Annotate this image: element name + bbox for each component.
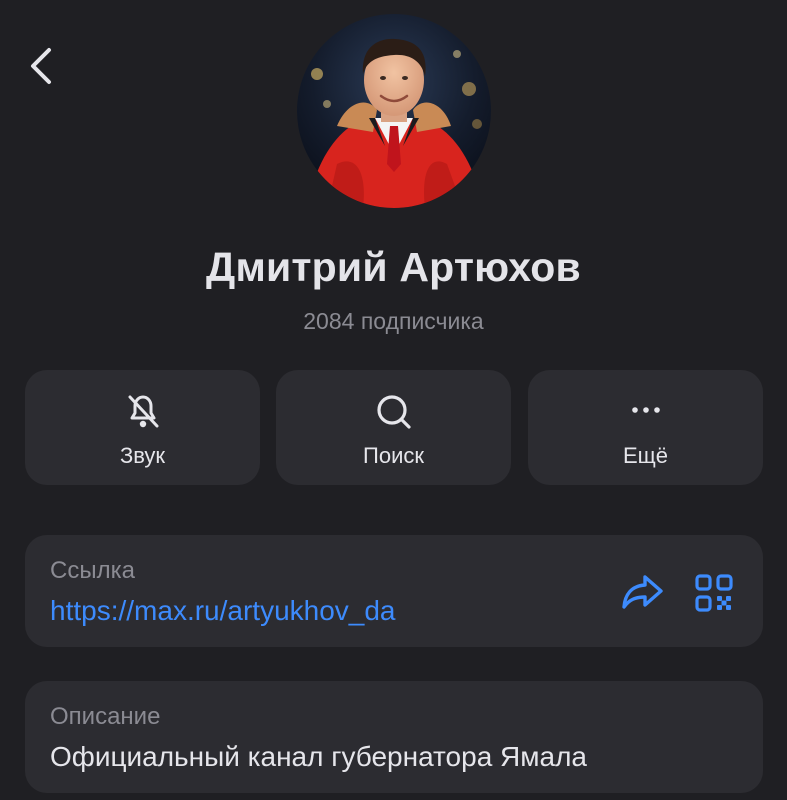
more-button-label: Ещё xyxy=(622,443,668,468)
channel-link[interactable]: https://max.ru/artyukhov_da xyxy=(50,595,396,627)
description-text: Официальный канал губернатора Ямала xyxy=(50,741,588,772)
chevron-left-icon xyxy=(31,48,51,84)
search-icon xyxy=(372,390,416,434)
bell-off-icon xyxy=(121,390,165,434)
action-bar: Звук Поиск Ещё xyxy=(25,370,763,485)
description-caption: Описание xyxy=(50,703,161,730)
avatar xyxy=(297,14,491,208)
search-button[interactable]: Поиск xyxy=(276,370,511,485)
share-button[interactable] xyxy=(619,569,665,615)
sound-button-label: Звук xyxy=(119,443,166,468)
qr-code-button[interactable] xyxy=(694,573,734,613)
link-card: Ссылка https://max.ru/artyukhov_da xyxy=(25,535,763,647)
channel-name: Дмитрий Артюхов xyxy=(206,244,581,290)
sound-button[interactable]: Звук xyxy=(25,370,260,485)
channel-profile-page: Дмитрий Артюхов 2084 подписчика Звук Пои… xyxy=(0,0,787,800)
qr-code-icon xyxy=(695,574,733,612)
share-arrow-icon xyxy=(622,575,663,609)
link-caption: Ссылка xyxy=(50,557,135,584)
more-button[interactable]: Ещё xyxy=(528,370,763,485)
back-button[interactable] xyxy=(22,44,62,88)
more-dots-icon xyxy=(624,390,668,434)
description-card: Описание Официальный канал губернатора Я… xyxy=(25,681,763,793)
search-button-label: Поиск xyxy=(363,443,424,468)
subscriber-count: 2084 подписчика xyxy=(303,308,484,334)
